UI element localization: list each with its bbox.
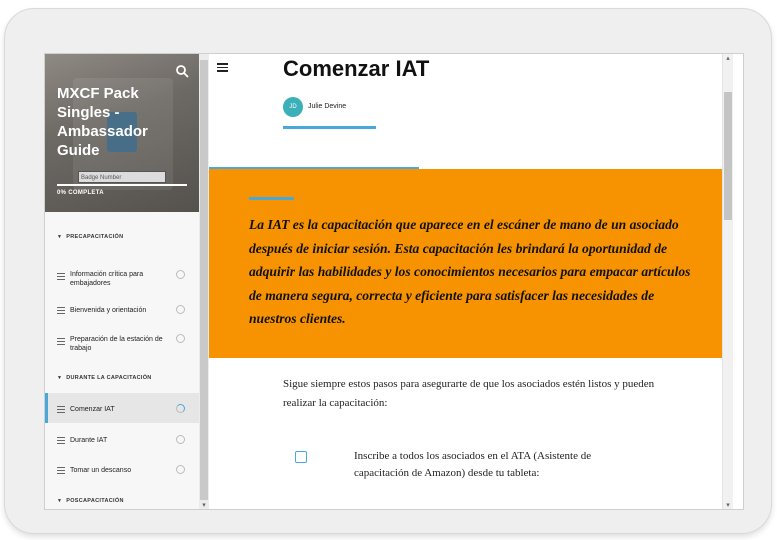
intro-paragraph: Sigue siempre estos pasos para asegurart… (283, 378, 655, 409)
status-circle-icon (176, 435, 185, 444)
caret-down-icon: ▼ (57, 498, 63, 504)
status-circle-icon (176, 270, 185, 279)
section-header-precapacitacion[interactable]: ▼ PRECAPACITACIÓN (57, 234, 123, 240)
title-underline (283, 126, 376, 129)
scroll-down-arrow-icon[interactable]: ▾ (200, 501, 208, 509)
lesson-label: Preparación de la estación de trabajo (70, 336, 163, 352)
lesson-list-icon (57, 307, 65, 316)
tablet-frame: MXCF Pack Singles - Ambassador Guide Bad… (4, 8, 772, 534)
content-scrollbar[interactable]: ▴ ▾ (722, 54, 733, 509)
app-screen: MXCF Pack Singles - Ambassador Guide Bad… (44, 53, 744, 510)
status-in-progress-icon (176, 404, 185, 413)
course-progress-text: 0% COMPLETA (57, 190, 104, 196)
scroll-up-arrow-icon[interactable]: ▴ (724, 54, 732, 62)
banner-statement: La IAT es la capacitación que aparece en… (249, 217, 691, 326)
lesson-list-icon (57, 467, 65, 476)
course-cover: MXCF Pack Singles - Ambassador Guide Bad… (45, 54, 199, 212)
author-name: Julie Devine (308, 103, 347, 110)
section-header-poscapacitacion[interactable]: ▼ POSCAPACITACIÓN (57, 498, 124, 504)
course-title: MXCF Pack Singles - Ambassador Guide (57, 85, 148, 159)
lesson-item[interactable]: Preparación de la estación de trabajo (45, 325, 199, 355)
badge-number-input[interactable]: Badge Number (78, 171, 166, 183)
section-header-durante[interactable]: ▼ DURANTE LA CAPACITACIÓN (57, 375, 152, 381)
lesson-list-icon (57, 437, 65, 446)
lesson-label: Comenzar IAT (70, 406, 115, 413)
caret-down-icon: ▼ (57, 234, 63, 240)
lesson-item[interactable]: Bienvenida y orientación (45, 294, 199, 324)
lesson-content: Comenzar IAT JD Julie Devine La IAT es l… (209, 54, 733, 509)
scroll-down-arrow-icon[interactable]: ▾ (724, 501, 732, 509)
search-icon[interactable] (175, 64, 189, 78)
caret-down-icon: ▼ (57, 375, 63, 381)
lesson-label: Bienvenida y orientación (70, 307, 147, 314)
scrollbar-thumb[interactable] (200, 60, 208, 500)
lesson-item[interactable]: Información crítica para embajadores (45, 260, 199, 290)
lesson-list-icon (57, 273, 65, 282)
hamburger-menu-icon[interactable] (217, 63, 228, 74)
course-progress-bar (57, 184, 187, 186)
status-circle-icon (176, 465, 185, 474)
lesson-item[interactable]: Tomar un descanso (45, 454, 199, 484)
status-circle-icon (176, 334, 185, 343)
lesson-label: Información crítica para embajadores (70, 271, 144, 287)
status-circle-icon (176, 305, 185, 314)
lesson-label: Tomar un descanso (70, 467, 132, 474)
lesson-list-icon (57, 338, 65, 347)
lesson-item[interactable]: Durante IAT (45, 424, 199, 454)
scrollbar-thumb[interactable] (724, 92, 732, 220)
course-sidebar: MXCF Pack Singles - Ambassador Guide Bad… (45, 54, 199, 509)
statement-banner: La IAT es la capacitación que aparece en… (209, 169, 733, 358)
checklist-checkbox[interactable] (295, 451, 307, 463)
author-avatar: JD (283, 97, 303, 117)
banner-accent-line (249, 197, 294, 200)
lesson-item-active[interactable]: Comenzar IAT (45, 393, 199, 423)
lesson-label: Durante IAT (70, 437, 108, 444)
lesson-list-icon (57, 406, 65, 415)
page-title: Comenzar IAT (283, 56, 430, 81)
checklist-label: Inscribe a todos los asociados en el ATA… (354, 450, 592, 479)
